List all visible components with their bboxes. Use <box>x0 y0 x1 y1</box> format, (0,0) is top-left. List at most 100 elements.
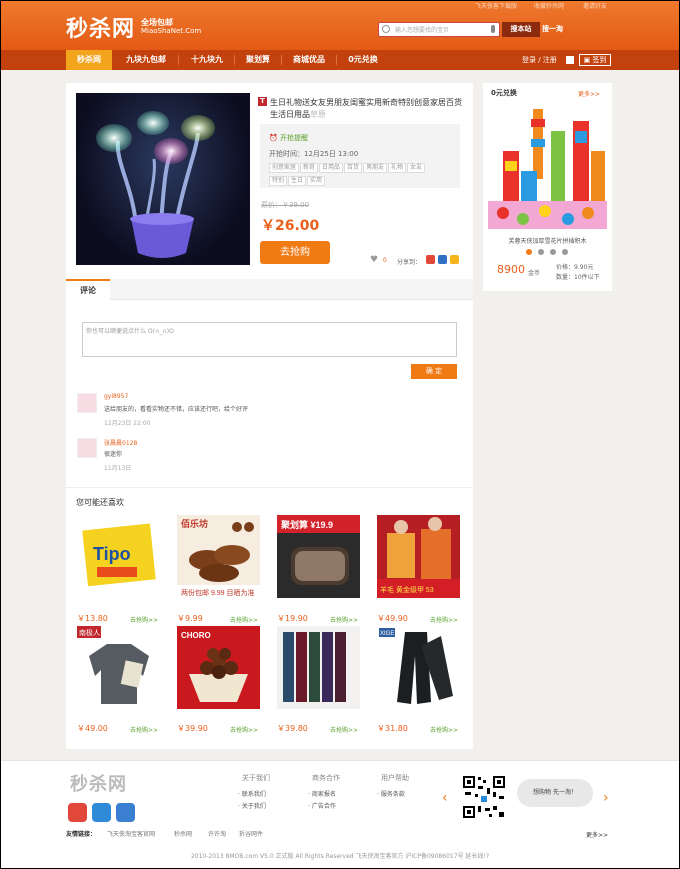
top-link-favorite[interactable]: 收藏秒杀网 <box>534 1 564 10</box>
footer-link[interactable]: · 关于我们 <box>238 801 266 810</box>
search-placeholder: 输入您想要找的宝贝 <box>395 27 450 34</box>
recommend-buy-link[interactable]: 去抢购>> <box>130 615 158 624</box>
heart-icon[interactable]: ♥ <box>370 255 378 265</box>
tag[interactable]: 百货 <box>344 163 363 173</box>
recommend-buy-link[interactable]: 去抢购>> <box>430 615 458 624</box>
exchange-item-image[interactable] <box>483 101 612 233</box>
recommend-item-image[interactable]: 羊毛 黄金级甲 53 <box>377 515 460 598</box>
footer-link[interactable]: · 服务条款 <box>377 789 405 798</box>
weibo-share-icon[interactable] <box>426 255 435 264</box>
comment-author[interactable]: 张晨晨0128 <box>104 438 137 447</box>
carousel-dot[interactable] <box>562 249 568 255</box>
nav-item-juhuasuan[interactable]: 聚划算 <box>237 50 279 70</box>
buy-now-button[interactable]: 去抢购 <box>260 241 330 264</box>
exchange-more-link[interactable]: 更多>> <box>578 89 600 98</box>
exchange-unit: 金币 <box>528 270 541 277</box>
search-site-button[interactable]: 搜本站 <box>502 22 540 37</box>
signin-button[interactable]: ▣ 签到 <box>579 54 611 66</box>
copyright: 2010-2013 8MOB.com V5.0 正式版 All Rights R… <box>190 853 490 860</box>
friend-links-label: 友情链接： <box>66 831 97 838</box>
chevron-left-icon[interactable]: ‹ <box>442 790 448 806</box>
carousel-dot[interactable] <box>550 249 556 255</box>
tag[interactable]: 生日 <box>288 176 307 186</box>
remind-button[interactable]: ⏰ 开抢提醒 <box>269 133 308 143</box>
recommend-price: ￥39.90 <box>177 724 208 733</box>
comment-text: 送给朋友的，看看实物还不错，应该还行吧，给个好评 <box>104 406 249 413</box>
recommend-price: ￥19.90 <box>277 614 308 623</box>
tab-bar <box>66 279 473 300</box>
recommend-item-image[interactable]: CHORO <box>177 626 260 709</box>
top-link-invite[interactable]: 邀请好友 <box>583 1 607 10</box>
product-image[interactable] <box>76 93 250 265</box>
tag[interactable]: 实用 <box>307 176 326 186</box>
recommend-buy-link[interactable]: 去抢购>> <box>230 725 258 734</box>
nav-item-19-9[interactable]: 十九块九 <box>181 50 233 70</box>
logo-domain: MiaoShaNet.Com <box>141 27 202 35</box>
friend-link[interactable]: 许许淘 <box>208 829 226 838</box>
recommend-buy-link[interactable]: 去抢购>> <box>230 615 258 624</box>
carousel-dot[interactable] <box>538 249 544 255</box>
tag[interactable]: 新奇 <box>300 163 319 173</box>
recommend-price: ￥49.90 <box>377 614 408 623</box>
title-more: 草原 <box>310 110 326 119</box>
tag[interactable]: 女友 <box>407 163 426 173</box>
qzone-share-icon[interactable] <box>450 255 459 264</box>
footer-link[interactable]: · 联系我们 <box>238 789 266 798</box>
tag[interactable]: 日用品 <box>319 163 344 173</box>
tencent-weibo-icon[interactable] <box>92 803 111 822</box>
sale-price: ￥26.00 <box>261 218 320 234</box>
comment-text: 很迷你 <box>104 451 123 458</box>
recommend-item-image[interactable]: 南极人 <box>77 626 160 709</box>
recommend-item-image[interactable]: XIGE <box>377 626 460 709</box>
footer-link[interactable]: · 商家报名 <box>308 789 336 798</box>
recommend-buy-link[interactable]: 去抢购>> <box>430 725 458 734</box>
search-yitao-button[interactable]: 搜一淘 <box>542 24 563 34</box>
top-link-download[interactable]: 飞天侠客下载版 <box>475 1 517 10</box>
product-title[interactable]: 生日礼物送女友男朋友闺蜜实用新奇特别创意家居百货生活日用品草原 <box>270 97 463 121</box>
footer-link[interactable]: · 广告合作 <box>308 801 336 810</box>
recommend-price: ￥9.99 <box>177 614 203 623</box>
recommend-buy-link[interactable]: 去抢购>> <box>330 615 358 624</box>
login-register-link[interactable]: 登录 / 注册 <box>522 55 557 65</box>
search-icon <box>382 25 390 33</box>
nav-item-exchange[interactable]: 0元兑换 <box>339 50 387 70</box>
nav-item-mall[interactable]: 商城优品 <box>284 50 334 70</box>
comment-author[interactable]: gyl8957 <box>104 393 128 400</box>
site-logo[interactable]: 秒杀网 <box>66 11 135 43</box>
mail-icon[interactable] <box>566 56 574 64</box>
recommend-buy-link[interactable]: 去抢购>> <box>330 725 358 734</box>
avatar[interactable] <box>77 393 97 413</box>
friend-link[interactable]: 飞天侠淘宝客官网 <box>107 829 155 838</box>
search-input[interactable]: 输入您想要找的宝贝 <box>378 22 500 37</box>
recommend-item-image[interactable] <box>277 626 360 709</box>
recommend-price: ￥13.80 <box>77 614 108 623</box>
recommend-item-image[interactable]: 聚划算 ¥19.9 <box>277 515 360 598</box>
friend-links-more[interactable]: 更多>> <box>586 830 608 839</box>
qq-share-icon[interactable] <box>438 255 447 264</box>
tag-list: 创意家居 新奇 日用品 百货 男朋友 礼物 女友特别 生日 实用 <box>269 162 459 188</box>
recommend-item-image[interactable]: Tipo <box>77 515 160 598</box>
nav-item-miaosha[interactable]: 秒杀网 <box>66 50 112 70</box>
friend-link[interactable]: 秒杀网 <box>174 829 192 838</box>
friend-link[interactable]: 折谷网件 <box>239 829 263 838</box>
tag[interactable]: 男朋友 <box>363 163 388 173</box>
svg-text:CHORO: CHORO <box>181 631 211 640</box>
weibo-icon[interactable] <box>68 803 87 822</box>
nav-item-9-9[interactable]: 九块九包邮 <box>116 50 176 70</box>
tag[interactable]: 礼物 <box>388 163 407 173</box>
tag[interactable]: 创意家居 <box>269 163 300 173</box>
comment-submit-button[interactable]: 确 定 <box>411 364 457 379</box>
svg-text:佰乐坊: 佰乐坊 <box>181 518 208 529</box>
microphone-icon[interactable] <box>491 25 495 33</box>
comment-input[interactable]: 你也可以顺便说点什么 O(∩_∩)O <box>82 322 457 357</box>
tab-comments[interactable]: 评论 <box>66 279 110 301</box>
avatar[interactable] <box>77 438 97 458</box>
exchange-item-name[interactable]: 芙蓉天侠加厚雪花片拼插积木 <box>483 236 612 245</box>
recommend-buy-link[interactable]: 去抢购>> <box>130 725 158 734</box>
pengyou-icon[interactable] <box>116 803 135 822</box>
chevron-right-icon[interactable]: › <box>603 790 609 806</box>
tag[interactable]: 特别 <box>269 176 288 186</box>
svg-text:羊毛 黄金级甲 53: 羊毛 黄金级甲 53 <box>380 585 434 594</box>
carousel-dot[interactable] <box>526 249 532 255</box>
recommend-item-image[interactable]: 佰乐坊 两份包邮 9.99 目晒为准 <box>177 515 260 598</box>
